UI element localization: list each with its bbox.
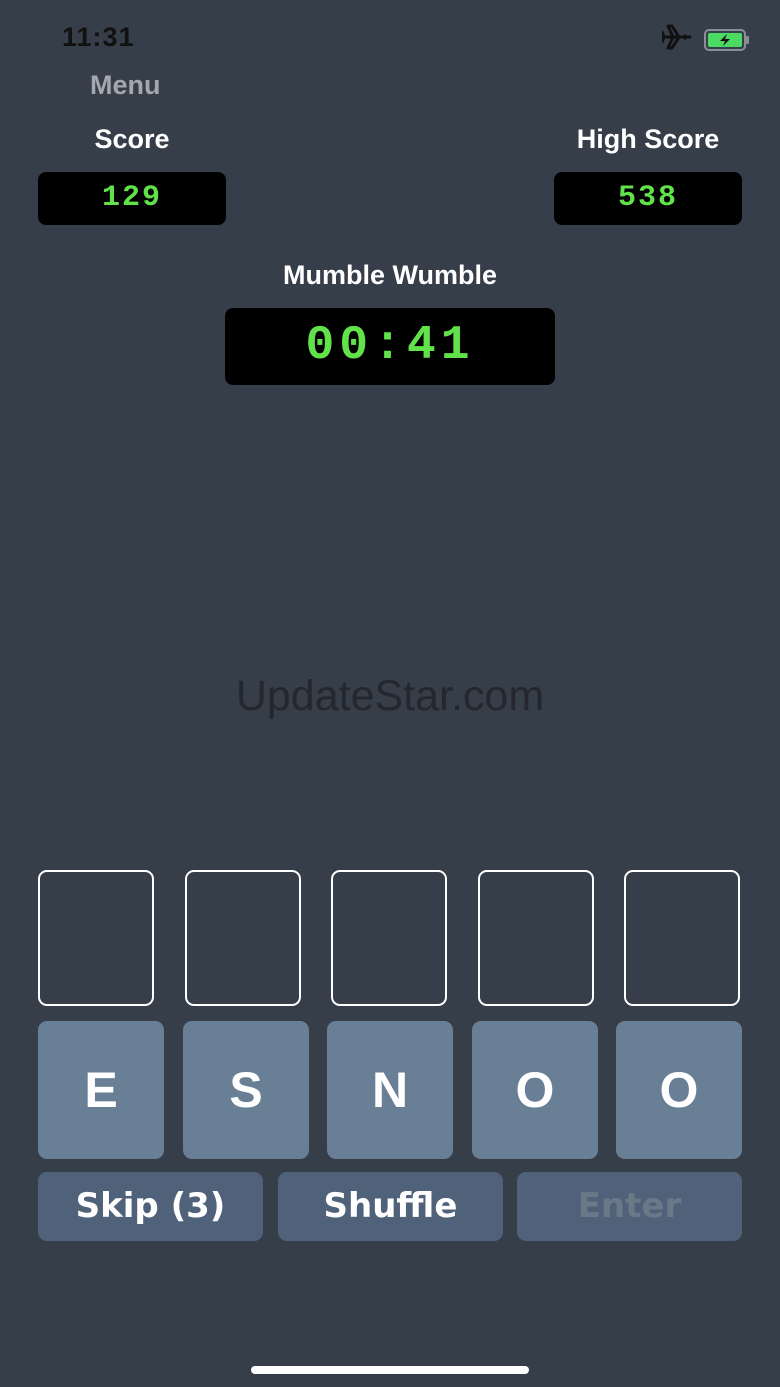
letter-tile-4[interactable]: O [472,1021,598,1159]
watermark: UpdateStar.com [235,672,545,720]
letter-tile-5[interactable]: O [616,1021,742,1159]
skip-button[interactable]: Skip (3) [38,1172,263,1241]
high-score-label: High Score [576,124,720,154]
status-time: 11:31 [62,22,135,52]
shuffle-button[interactable]: Shuffle [278,1172,503,1241]
home-indicator[interactable] [251,1366,529,1374]
battery-charging-icon [704,28,749,51]
score-display: 129 [38,172,226,225]
answer-slot-2[interactable] [185,870,301,1006]
letter-tile-1[interactable]: E [38,1021,164,1159]
airplane-icon [660,24,692,55]
letter-tile-2[interactable]: S [183,1021,309,1159]
timer-display: 00:41 [225,308,555,385]
menu-button[interactable]: Menu [90,70,161,101]
high-score-display: 538 [554,172,742,225]
score-label: Score [94,124,170,154]
letter-tile-3[interactable]: N [327,1021,453,1159]
status-icons [660,24,749,55]
enter-button[interactable]: Enter [517,1172,742,1241]
answer-slot-1[interactable] [38,870,154,1006]
game-title: Mumble Wumble [282,260,497,290]
answer-slot-5[interactable] [624,870,740,1006]
answer-slot-4[interactable] [478,870,594,1006]
answer-slot-3[interactable] [331,870,447,1006]
